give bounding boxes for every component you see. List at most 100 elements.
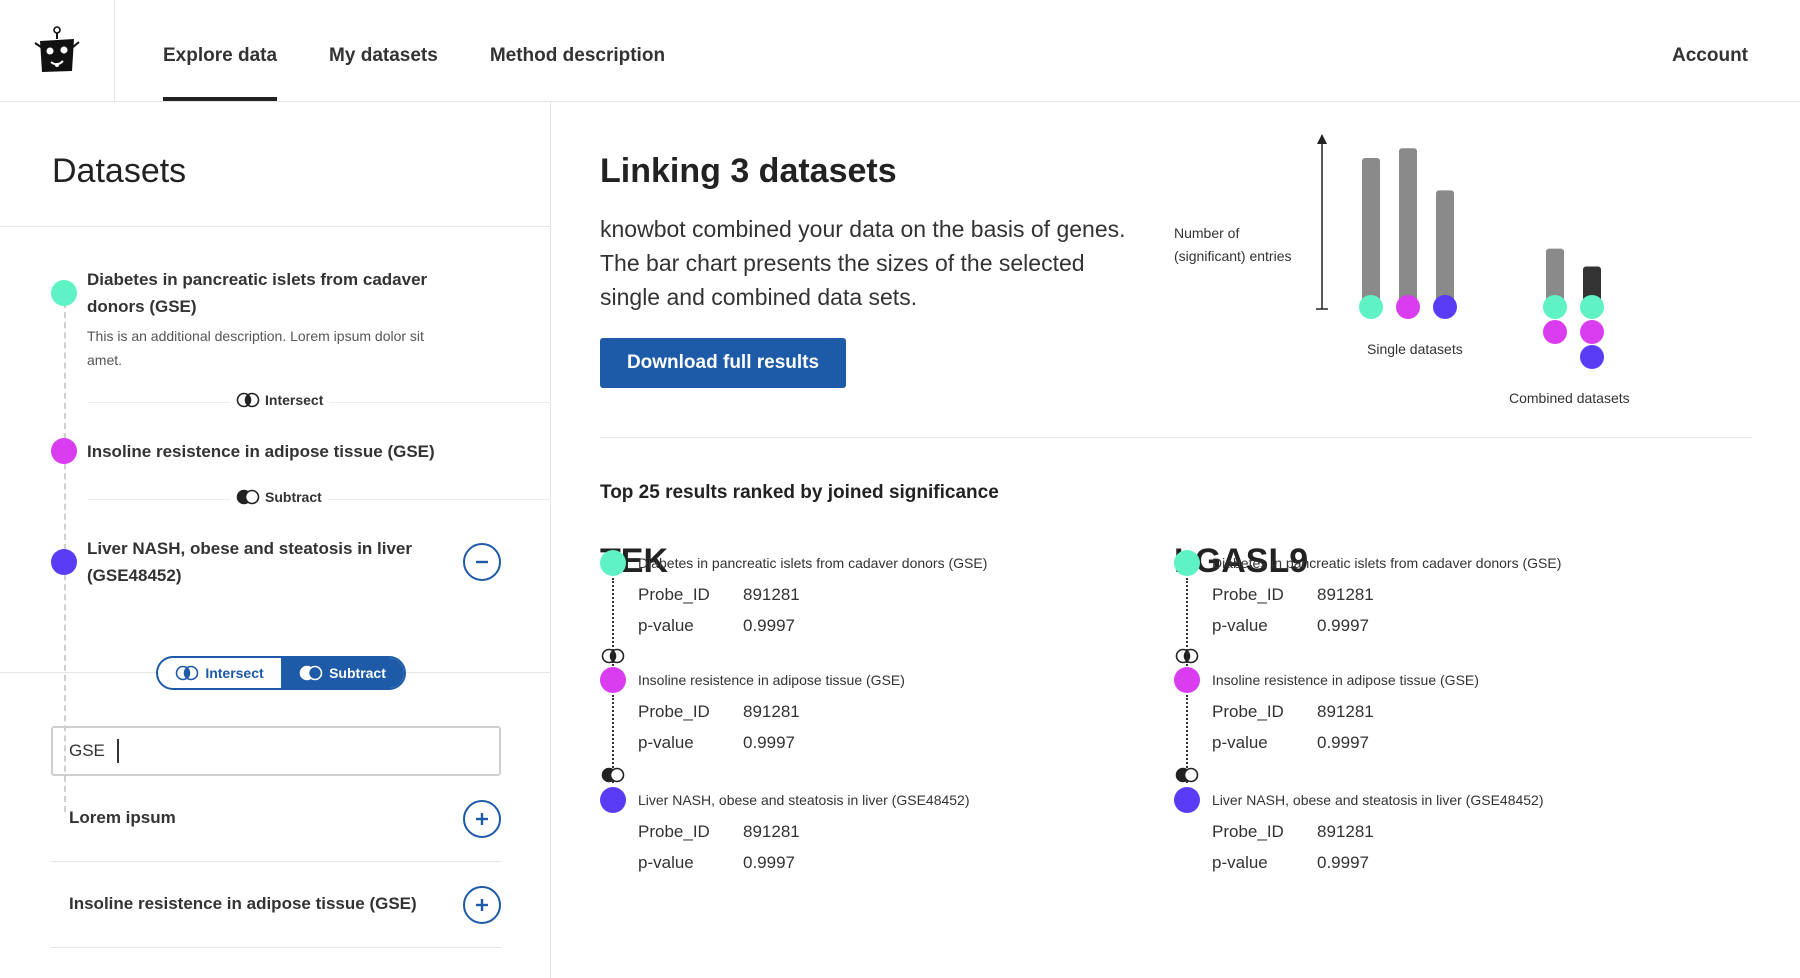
subtract-icon <box>601 767 625 788</box>
subtract-icon <box>299 665 323 681</box>
dataset-dot <box>1174 667 1200 693</box>
search-result-item[interactable]: Insoline resistence in adipose tissue (G… <box>51 862 501 948</box>
dataset-3-title-line2: (GSE48452) <box>87 566 182 585</box>
page-title: Linking 3 datasets <box>600 152 897 190</box>
operation-intersect[interactable]: Intersect <box>230 392 330 408</box>
probe-label: Probe_ID <box>1212 585 1284 604</box>
operation-subtract[interactable]: Subtract <box>230 489 328 505</box>
dataset-dot-magenta <box>51 438 77 464</box>
download-results-button[interactable]: Download full results <box>600 338 846 388</box>
panel-title: Datasets <box>52 152 187 190</box>
divider <box>406 672 551 673</box>
account-link[interactable]: Account <box>1672 0 1748 111</box>
dataset-search-input[interactable]: GSE <box>51 726 501 776</box>
probe-value: 891281 <box>743 822 800 841</box>
operation-row-intersect: Intersect <box>88 392 551 408</box>
dataset-dot-teal <box>51 280 77 306</box>
pvalue-value: 0.9997 <box>743 733 795 752</box>
logo-cell[interactable] <box>0 0 115 101</box>
dataset-1-title-line2: donors (GSE) <box>87 297 197 316</box>
dataset-dot <box>1174 787 1200 813</box>
chart-group-label-combined: Combined datasets <box>1509 390 1630 406</box>
divider <box>600 437 1752 438</box>
dataset-dot <box>600 667 626 693</box>
top-results-heading: Top 25 results ranked by joined signific… <box>600 482 999 503</box>
pvalue-label: p-value <box>638 853 694 872</box>
pvalue-value: 0.9997 <box>1317 853 1369 872</box>
nav-explore-data[interactable]: Explore data <box>163 0 278 101</box>
intersect-icon <box>236 392 260 408</box>
dataset-3-title-line1: Liver NASH, obese and steatosis in liver <box>87 539 413 558</box>
nav-method-description[interactable]: Method description <box>490 0 665 101</box>
probe-value: 891281 <box>743 702 800 721</box>
top-header: Explore data My datasets Method descript… <box>0 0 1800 102</box>
text-caret <box>116 739 119 763</box>
gene-dataset-name: Insoline resistence in adipose tissue (G… <box>1212 672 1479 688</box>
toggle-subtract[interactable]: Subtract <box>281 658 404 688</box>
chart-bar <box>1399 148 1417 307</box>
pvalue-label: p-value <box>1212 853 1268 872</box>
subtract-icon <box>1175 767 1199 788</box>
chart-dataset-marker <box>1543 320 1567 344</box>
dataset-dot <box>600 550 626 576</box>
gene-dataset-name: Insoline resistence in adipose tissue (G… <box>638 672 905 688</box>
chart-dataset-marker <box>1580 320 1604 344</box>
dataset-dot <box>1174 550 1200 576</box>
chart-dataset-marker <box>1580 295 1604 319</box>
probe-label: Probe_ID <box>1212 702 1284 721</box>
dataset-dot <box>600 787 626 813</box>
operation-toggle: Intersect Subtract <box>156 656 406 690</box>
probe-value: 891281 <box>1317 822 1374 841</box>
pvalue-value: 0.9997 <box>1317 733 1369 752</box>
gene-dataset-name: Diabetes in pancreatic islets from cadav… <box>1212 555 1562 571</box>
search-result-label: Insoline resistence in adipose tissue (G… <box>69 894 417 913</box>
operation-row-subtract: Subtract <box>88 489 551 505</box>
divider <box>0 226 551 227</box>
plus-icon <box>476 899 488 911</box>
chart-dataset-marker <box>1433 295 1457 319</box>
intersect-icon <box>1175 648 1199 669</box>
chart-dataset-marker <box>1580 345 1604 369</box>
datasets-panel: Datasets Diabetes in pancreatic islets f… <box>0 102 551 978</box>
add-dataset-button[interactable] <box>463 800 501 838</box>
chart-dataset-marker <box>1359 295 1383 319</box>
chart-bar <box>1362 157 1380 307</box>
dataset-3-title[interactable]: Liver NASH, obese and steatosis in liver… <box>87 535 412 589</box>
pvalue-label: p-value <box>638 616 694 635</box>
search-result-item[interactable]: Lorem ipsum <box>51 776 501 862</box>
probe-label: Probe_ID <box>638 702 710 721</box>
results-panel: Linking 3 datasets knowbot combined your… <box>552 102 1800 978</box>
add-dataset-button[interactable] <box>463 886 501 924</box>
chart-bar <box>1436 190 1454 307</box>
dataset-1-desc-line2: amet. <box>87 352 123 368</box>
dataset-1-title[interactable]: Diabetes in pancreatic islets from cadav… <box>87 266 427 320</box>
pvalue-label: p-value <box>1212 616 1268 635</box>
toggle-intersect-label: Intersect <box>205 665 264 681</box>
intersect-icon <box>601 648 625 669</box>
probe-value: 891281 <box>1317 585 1374 604</box>
dataset-size-chart: Number of (significant) entries Single d… <box>1162 122 1722 422</box>
toggle-intersect[interactable]: Intersect <box>158 658 281 688</box>
main-nav: Explore data My datasets Method descript… <box>163 0 665 101</box>
remove-dataset-button[interactable] <box>463 543 501 581</box>
dataset-2-title[interactable]: Insoline resistence in adipose tissue (G… <box>87 438 435 465</box>
dataset-dot-violet <box>51 549 77 575</box>
operation-intersect-label: Intersect <box>265 392 324 408</box>
page-description: knowbot combined your data on the basis … <box>600 216 1126 310</box>
search-result-label: Lorem ipsum <box>69 808 176 827</box>
gene-dataset-name: Diabetes in pancreatic islets from cadav… <box>638 555 988 571</box>
probe-label: Probe_ID <box>1212 822 1284 841</box>
subtract-icon <box>236 489 260 505</box>
plus-icon <box>476 813 488 825</box>
search-value: GSE <box>69 741 105 760</box>
operation-subtract-label: Subtract <box>265 489 322 505</box>
divider <box>0 672 156 673</box>
pvalue-value: 0.9997 <box>743 853 795 872</box>
robot-logo-icon[interactable] <box>31 25 83 77</box>
chart-axis-arrow <box>1317 134 1327 144</box>
probe-label: Probe_ID <box>638 822 710 841</box>
gene-dataset-name: Liver NASH, obese and steatosis in liver… <box>638 792 970 808</box>
pvalue-label: p-value <box>1212 733 1268 752</box>
intersect-icon <box>176 665 199 681</box>
nav-my-datasets[interactable]: My datasets <box>329 0 438 101</box>
